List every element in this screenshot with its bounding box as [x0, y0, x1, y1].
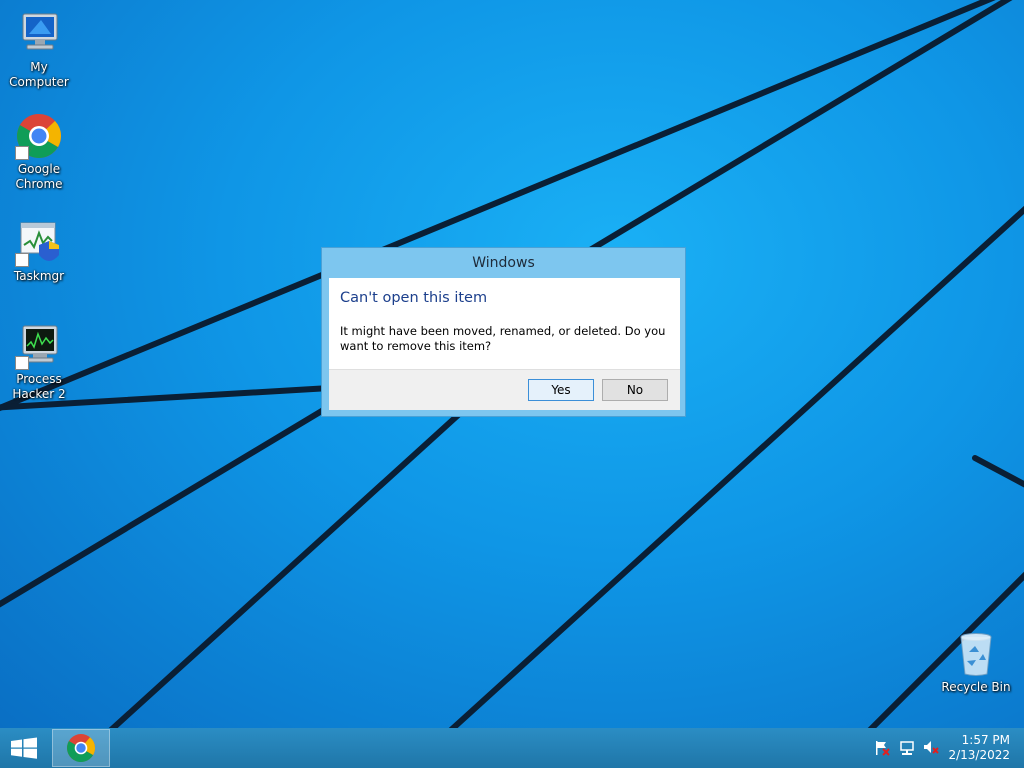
dialog-message: It might have been moved, renamed, or de… [340, 324, 666, 353]
network-icon[interactable] [899, 740, 915, 756]
desktop-icon-my-computer[interactable]: My Computer [1, 10, 77, 90]
desktop: My Computer Google Chrome Taskmgr Proces… [0, 0, 1024, 728]
dialog-title[interactable]: Windows [322, 248, 685, 278]
process-hacker-icon [15, 322, 63, 370]
shortcut-arrow-icon [15, 146, 29, 160]
desktop-icon-label: Chrome [15, 177, 63, 191]
clock-date: 2/13/2022 [948, 748, 1010, 762]
start-button[interactable] [0, 728, 48, 768]
shortcut-arrow-icon [15, 356, 29, 370]
action-center-flag-icon[interactable] [874, 740, 890, 756]
desktop-icon-label: My Computer [9, 60, 69, 89]
computer-icon [15, 10, 63, 58]
no-button[interactable]: No [602, 379, 668, 401]
chrome-icon [67, 734, 95, 762]
desktop-icon-label: Recycle Bin [941, 680, 1011, 694]
taskbar-clock[interactable]: 1:57 PM 2/13/2022 [930, 733, 1010, 763]
desktop-icon-process-hacker[interactable]: Process Hacker 2 [1, 322, 77, 402]
dialog-body: Can't open this item It might have been … [329, 278, 680, 410]
desktop-icon-label: Google [17, 162, 61, 176]
desktop-icon-label: Hacker 2 [12, 387, 66, 401]
clock-time: 1:57 PM [961, 733, 1010, 747]
desktop-icon-recycle-bin[interactable]: Recycle Bin [937, 630, 1015, 695]
yes-button[interactable]: Yes [528, 379, 594, 401]
taskbar: 1:57 PM 2/13/2022 [0, 728, 1024, 768]
task-manager-icon [15, 219, 63, 267]
error-dialog: Windows Can't open this item It might ha… [321, 247, 686, 417]
desktop-icon-google-chrome[interactable]: Google Chrome [1, 112, 77, 192]
dialog-heading: Can't open this item [340, 290, 488, 306]
chrome-icon [15, 112, 63, 160]
taskbar-chrome-button[interactable] [52, 729, 110, 767]
desktop-icon-label: Taskmgr [13, 269, 65, 283]
dialog-footer: Yes No [329, 369, 680, 410]
desktop-icon-taskmgr[interactable]: Taskmgr [1, 219, 77, 284]
windows-logo-icon [11, 737, 37, 759]
recycle-bin-icon [952, 630, 1000, 678]
shortcut-arrow-icon [15, 253, 29, 267]
desktop-icon-label: Process [16, 372, 62, 386]
